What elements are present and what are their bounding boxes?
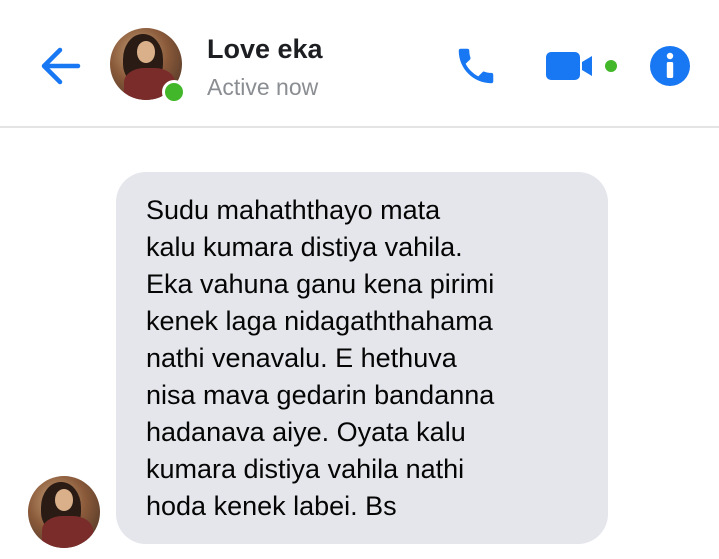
message-bubble[interactable]: Sudu mahaththayo mata kalu kumara distiy… — [116, 172, 608, 544]
sender-avatar[interactable] — [28, 476, 100, 548]
contact-name[interactable]: Love eka — [207, 34, 323, 65]
info-icon — [650, 46, 690, 86]
message-line: hadanava aiye. Oyata kalu — [146, 417, 466, 447]
message-line: nisa mava gedarin bandanna — [146, 380, 495, 410]
info-button[interactable] — [644, 40, 696, 92]
video-call-button[interactable] — [540, 40, 624, 92]
conversation-header: Love eka Active now — [0, 0, 719, 128]
message-line: nathi venavalu. E hethuva — [146, 343, 457, 373]
voice-call-button[interactable] — [450, 40, 502, 92]
chat-screen: Love eka Active now Sudu mahaththayo mat… — [0, 0, 719, 559]
online-status-dot — [162, 80, 186, 104]
sender-photo — [28, 476, 100, 548]
message-line: Eka vahuna ganu kena pirimi — [146, 269, 495, 299]
back-button[interactable] — [38, 44, 82, 88]
message-line: kumara distiya vahila nathi — [146, 454, 465, 484]
contact-active-status: Active now — [207, 74, 319, 100]
message-line: kalu kumara distiya vahila. — [146, 232, 463, 262]
video-camera-icon — [546, 52, 617, 80]
back-arrow-icon — [41, 47, 81, 85]
contact-avatar[interactable] — [110, 28, 186, 104]
message-line: kenek laga nidagaththahama — [146, 306, 493, 336]
phone-icon — [458, 48, 494, 84]
message-line: Sudu mahaththayo mata — [146, 195, 441, 225]
message-line: hoda kenek labei. Bs — [146, 491, 397, 521]
